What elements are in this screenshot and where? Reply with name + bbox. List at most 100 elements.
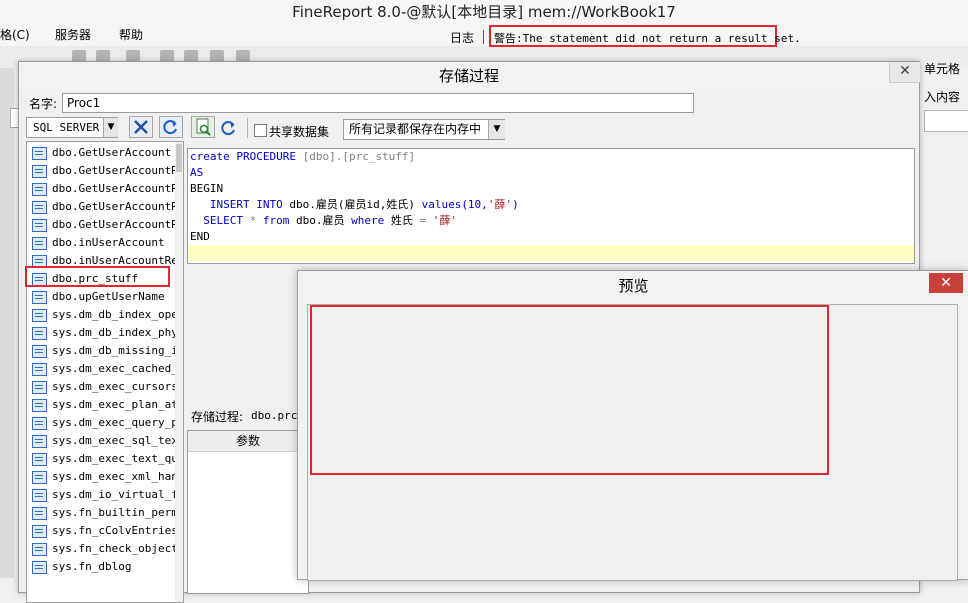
procedure-name: dbo.GetUserAccountRe3	[52, 218, 177, 231]
sql-line-6: END	[190, 230, 210, 243]
procedure-name: sys.dm_exec_text_quer	[52, 452, 177, 465]
left-panel-edge	[0, 68, 14, 578]
share-dataset-checkbox[interactable]	[254, 124, 267, 137]
procedure-icon	[32, 381, 47, 394]
procedure-list-item[interactable]: dbo.GetUserAccountRe	[27, 162, 177, 180]
list-scrollbar[interactable]	[175, 142, 183, 602]
preview-title: 预览	[618, 277, 649, 295]
procedure-list-item[interactable]: sys.dm_io_virtual_fil	[27, 486, 177, 504]
procedure-list-item[interactable]: sys.dm_exec_cursors	[27, 378, 177, 396]
menu-bar: 格(C) 服务器 帮助	[0, 24, 968, 47]
procedure-name: dbo.GetUserAccountRe1	[52, 182, 177, 195]
procedure-list-item[interactable]: sys.dm_exec_cached_pl	[27, 360, 177, 378]
cell-panel-label: 单元格	[924, 62, 961, 76]
procedure-icon	[32, 237, 47, 250]
sql-editor[interactable]: create PROCEDURE [dbo].[prc_stuff] AS BE…	[187, 148, 915, 264]
procedure-icon	[32, 453, 47, 466]
procedure-name: sys.dm_db_index_opera	[52, 308, 177, 321]
procedure-status-label: 存储过程:	[191, 410, 244, 424]
chevron-down-icon[interactable]: ▼	[488, 120, 505, 139]
refresh-sql-button[interactable]	[219, 118, 239, 138]
chevron-down-icon[interactable]: ▼	[103, 118, 118, 137]
preview-icon	[196, 118, 211, 136]
procedure-icon	[32, 183, 47, 196]
procedure-icon	[32, 327, 47, 340]
database-type-select[interactable]: SQL SERVER ▼	[26, 117, 118, 138]
database-type-value: SQL SERVER	[33, 121, 100, 134]
close-icon[interactable]: ✕	[889, 62, 920, 83]
menu-server[interactable]: 服务器	[55, 27, 91, 43]
name-input[interactable]: Proc1	[62, 93, 694, 113]
procedure-list-item[interactable]: dbo.GetUserAccount	[27, 144, 177, 162]
procedure-list-item[interactable]: sys.fn_builtin_permis	[27, 504, 177, 522]
procedure-name: sys.dm_exec_cached_pl	[52, 362, 177, 375]
preview-button[interactable]	[191, 116, 215, 138]
procedure-name: sys.fn_check_object_s	[52, 542, 177, 555]
procedure-list-item[interactable]: sys.dm_exec_sql_text	[27, 432, 177, 450]
procedure-icon	[32, 165, 47, 178]
procedure-name: sys.dm_exec_cursors	[52, 380, 177, 393]
procedure-list-item[interactable]: sys.fn_dblog	[27, 558, 177, 576]
procedure-list-item[interactable]: dbo.GetUserAccountRe2	[27, 198, 177, 216]
sql-line-1: create PROCEDURE [dbo].[prc_stuff]	[190, 150, 416, 163]
procedure-icon	[32, 507, 47, 520]
procedure-icon	[32, 201, 47, 214]
procedure-name: sys.dm_exec_query_plo	[52, 416, 177, 429]
procedure-list-item[interactable]: sys.dm_exec_plan_attr	[27, 396, 177, 414]
procedure-list-item[interactable]: dbo.GetUserAccountRe1	[27, 180, 177, 198]
procedure-list-item[interactable]: sys.fn_cColvEntries_8	[27, 522, 177, 540]
procedure-list-item[interactable]: sys.dm_db_index_phys:	[27, 324, 177, 342]
procedure-list-item[interactable]: dbo.inUserAccount	[27, 234, 177, 252]
procedure-list-item[interactable]: sys.dm_db_index_opera	[27, 306, 177, 324]
dialog-title: 存储过程	[19, 62, 919, 90]
log-label[interactable]: 日志	[450, 29, 474, 46]
refresh-list-button[interactable]	[159, 116, 183, 138]
procedure-icon	[32, 561, 47, 574]
sql-line-2: AS	[190, 166, 204, 179]
refresh-icon	[163, 120, 177, 135]
procedure-list-item[interactable]: sys.dm_exec_text_quer	[27, 450, 177, 468]
procedure-icon	[32, 471, 47, 484]
procedure-list-item[interactable]: sys.dm_exec_query_plo	[27, 414, 177, 432]
sql-line-4: INSERT INTO dbo.雇员(雇员id,姓氏) values(10,'薛…	[190, 198, 519, 211]
menu-help[interactable]: 帮助	[119, 27, 143, 43]
procedure-icon	[32, 219, 47, 232]
procedure-name: sys.fn_cColvEntries_8	[52, 524, 177, 537]
procedure-icon	[32, 543, 47, 556]
procedure-list-item[interactable]: sys.dm_db_missing_inc	[27, 342, 177, 360]
procedure-icon	[32, 489, 47, 502]
tools-icon	[134, 120, 148, 134]
connection-settings-button[interactable]	[129, 116, 153, 138]
empty-result-highlight	[310, 305, 829, 475]
toolbar-separator	[247, 118, 248, 138]
memory-mode-select[interactable]: 所有记录都保存在内存中 ▼	[343, 119, 505, 140]
cell-content-input[interactable]	[924, 110, 968, 132]
procedure-name: sys.dm_db_index_phys:	[52, 326, 177, 339]
procedure-list[interactable]: sys.fn_dblog sys.fn_check_object_s sys.fn_…	[26, 141, 184, 603]
procedure-name: sys.dm_exec_xml_handl	[52, 470, 177, 483]
sql-line-3: BEGIN	[190, 182, 224, 195]
log-separator	[483, 30, 484, 44]
procedure-list-item[interactable]: sys.fn_check_object_s	[27, 540, 177, 558]
procedure-icon	[32, 345, 47, 358]
menu-format[interactable]: 格(C)	[0, 27, 30, 43]
procedure-name: sys.dm_exec_plan_attr	[52, 398, 177, 411]
procedure-list-item[interactable]: sys.dm_exec_xml_handl	[27, 468, 177, 486]
procedure-name: dbo.GetUserAccount	[52, 146, 172, 159]
share-dataset-label: 共享数据集	[269, 125, 330, 139]
close-icon[interactable]: ✕	[929, 273, 963, 293]
parameter-column-header: 参数	[188, 431, 308, 452]
procedure-icon	[32, 399, 47, 412]
procedure-list-item[interactable]: dbo.GetUserAccountRe3	[27, 216, 177, 234]
procedure-list-item[interactable]: dbo.upGetUserName	[27, 288, 177, 306]
sql-line-5: SELECT * from dbo.雇员 where 姓氏 = '薛'	[190, 214, 457, 227]
procedure-icon	[32, 417, 47, 430]
procedure-icon	[32, 435, 47, 448]
procedure-icon	[32, 525, 47, 538]
procedure-name: dbo.inUserAccount	[52, 236, 165, 249]
procedure-icon	[32, 291, 47, 304]
parameter-table[interactable]: 参数	[187, 430, 309, 594]
warning-message: 警告:The statement did not return a result…	[489, 25, 801, 47]
procedure-name: sys.dm_db_missing_inc	[52, 344, 177, 357]
scrollbar-thumb[interactable]	[176, 144, 182, 172]
